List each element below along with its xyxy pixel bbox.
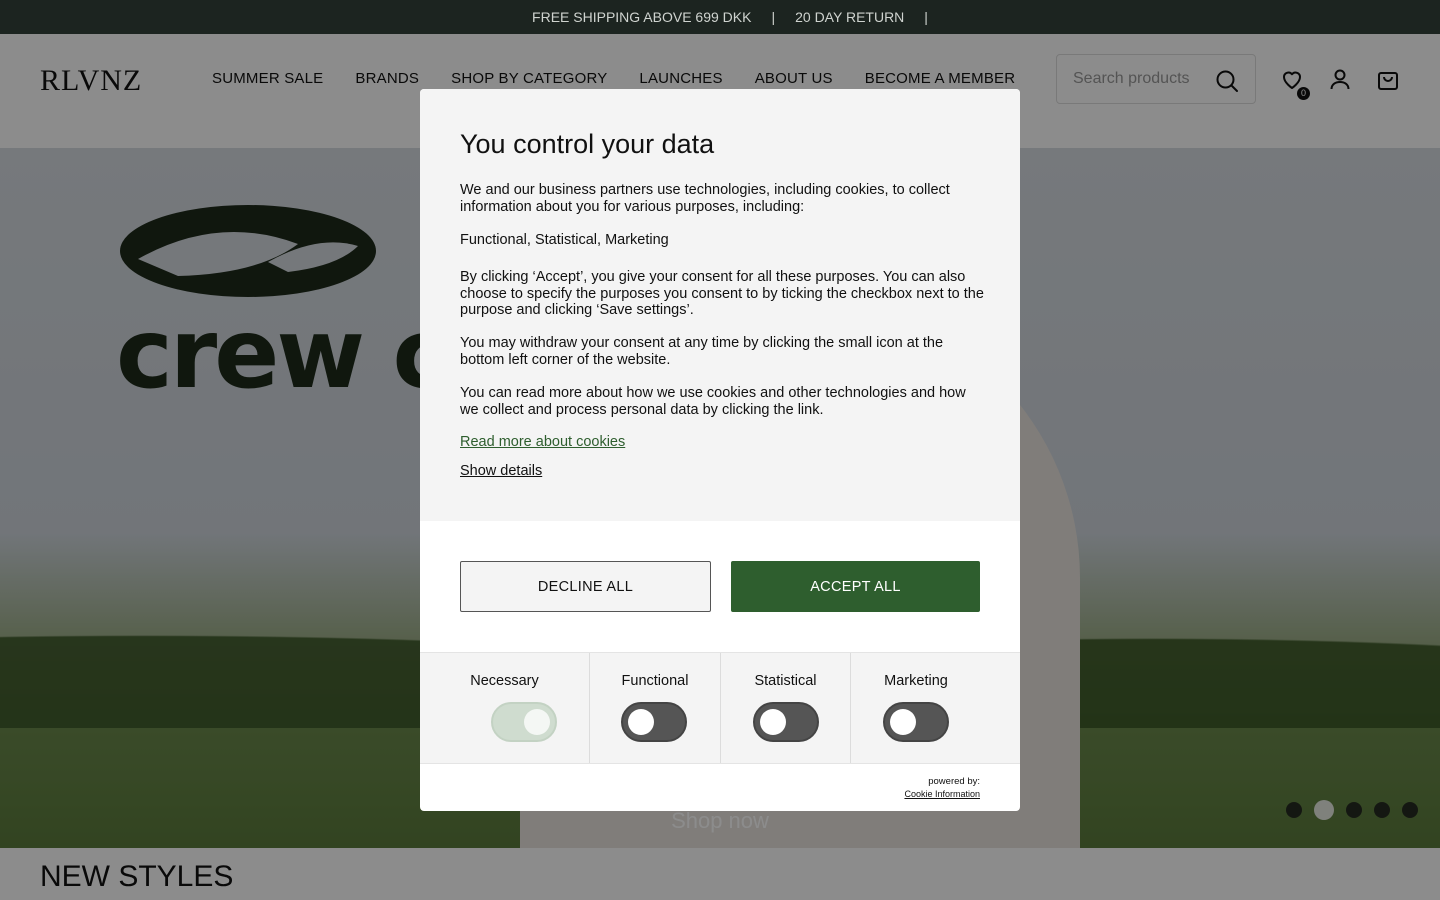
toggle-knob	[760, 709, 786, 735]
toggle-knob	[524, 709, 550, 735]
category-marketing: Marketing	[851, 653, 1020, 763]
consent-purposes-text: Functional, Statistical, Marketing	[460, 232, 669, 248]
toggle-knob	[890, 709, 916, 735]
powered-by-label: powered by:	[928, 776, 980, 787]
free-shipping-text: FREE SHIPPING ABOVE 699 DKK	[532, 9, 752, 25]
consent-title: You control your data	[460, 129, 715, 159]
category-label: Necessary	[470, 673, 539, 689]
category-label: Statistical	[754, 673, 817, 689]
category-statistical: Statistical	[721, 653, 851, 763]
read-more-cookies-link[interactable]: Read more about cookies	[460, 434, 625, 450]
decline-all-button[interactable]: DECLINE ALL	[460, 561, 711, 612]
cookie-consent-dialog: You control your data We and our busines…	[420, 89, 1020, 811]
consent-withdraw-text: You may withdraw your consent at any tim…	[460, 335, 944, 368]
announcement-bar: FREE SHIPPING ABOVE 699 DKK | 20 DAY RET…	[0, 0, 1440, 34]
category-label: Marketing	[884, 673, 948, 689]
category-functional: Functional	[590, 653, 721, 763]
category-label: Functional	[621, 673, 689, 689]
cookie-information-link[interactable]: Cookie Information	[904, 788, 980, 801]
marketing-toggle[interactable]	[883, 702, 949, 742]
return-policy-text: 20 DAY RETURN	[795, 9, 905, 25]
functional-toggle[interactable]	[621, 702, 687, 742]
necessary-toggle[interactable]	[491, 702, 557, 742]
accept-all-button[interactable]: ACCEPT ALL	[731, 561, 980, 612]
consent-accept-explanation: By clicking ‘Accept’, you give your cons…	[460, 269, 984, 318]
consent-read-more-text: You can read more about how we use cooki…	[460, 385, 966, 418]
show-details-link[interactable]: Show details	[460, 463, 542, 479]
statistical-toggle[interactable]	[753, 702, 819, 742]
consent-categories: Necessary Functional Statistical Marketi…	[420, 652, 1020, 764]
consent-intro-text: We and our business partners use technol…	[460, 182, 950, 215]
category-necessary: Necessary	[420, 653, 590, 763]
powered-by: powered by: Cookie Information	[904, 775, 980, 801]
toggle-knob	[628, 709, 654, 735]
separator: |	[924, 9, 928, 25]
